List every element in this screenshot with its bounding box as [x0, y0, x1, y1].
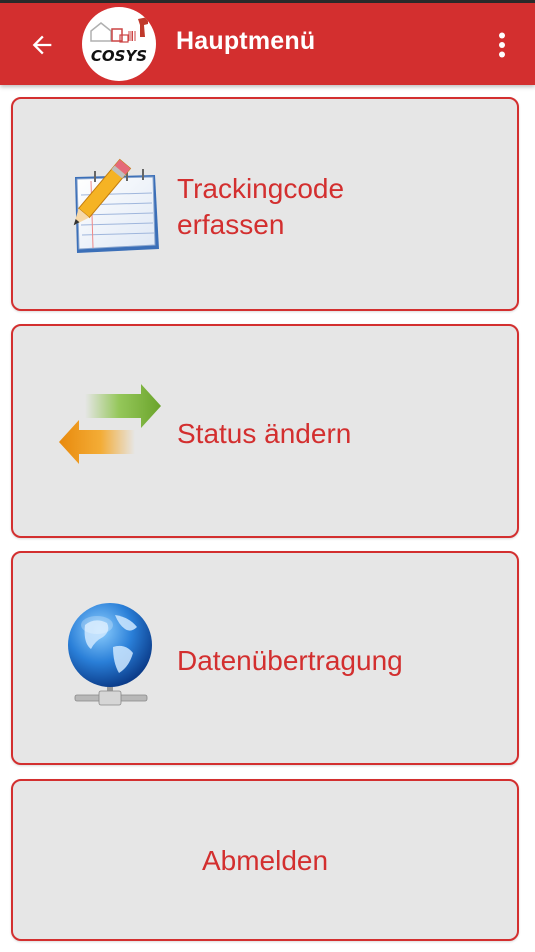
swap-arrows-icon [55, 376, 165, 486]
app-logo: COSYS [82, 7, 156, 81]
app-bar: COSYS Hauptmenü [0, 3, 535, 85]
menu-item-label: Status ändern [177, 418, 352, 449]
back-button[interactable] [22, 25, 62, 65]
svg-text:COSYS: COSYS [91, 47, 147, 65]
cosys-logo-icon: COSYS [90, 17, 148, 65]
menu-item-trackingcode[interactable]: Trackingcode erfassen [11, 97, 519, 311]
arrow-left-icon [32, 35, 52, 55]
menu-item-datenuebertragung[interactable]: Datenübertragung [11, 551, 519, 765]
page-title: Hauptmenü [176, 27, 316, 55]
globe-network-icon [55, 597, 165, 707]
menu-item-status-aendern[interactable]: Status ändern [11, 324, 519, 538]
notepad-pencil-icon [55, 149, 165, 259]
menu-item-label: Trackingcode erfassen [177, 173, 345, 240]
more-vert-icon [499, 32, 505, 58]
menu-item-label: Datenübertragung [177, 645, 403, 676]
logout-button[interactable]: Abmelden [11, 779, 519, 941]
menu-item-label: Abmelden [201, 845, 329, 876]
overflow-menu-button[interactable] [488, 25, 516, 65]
